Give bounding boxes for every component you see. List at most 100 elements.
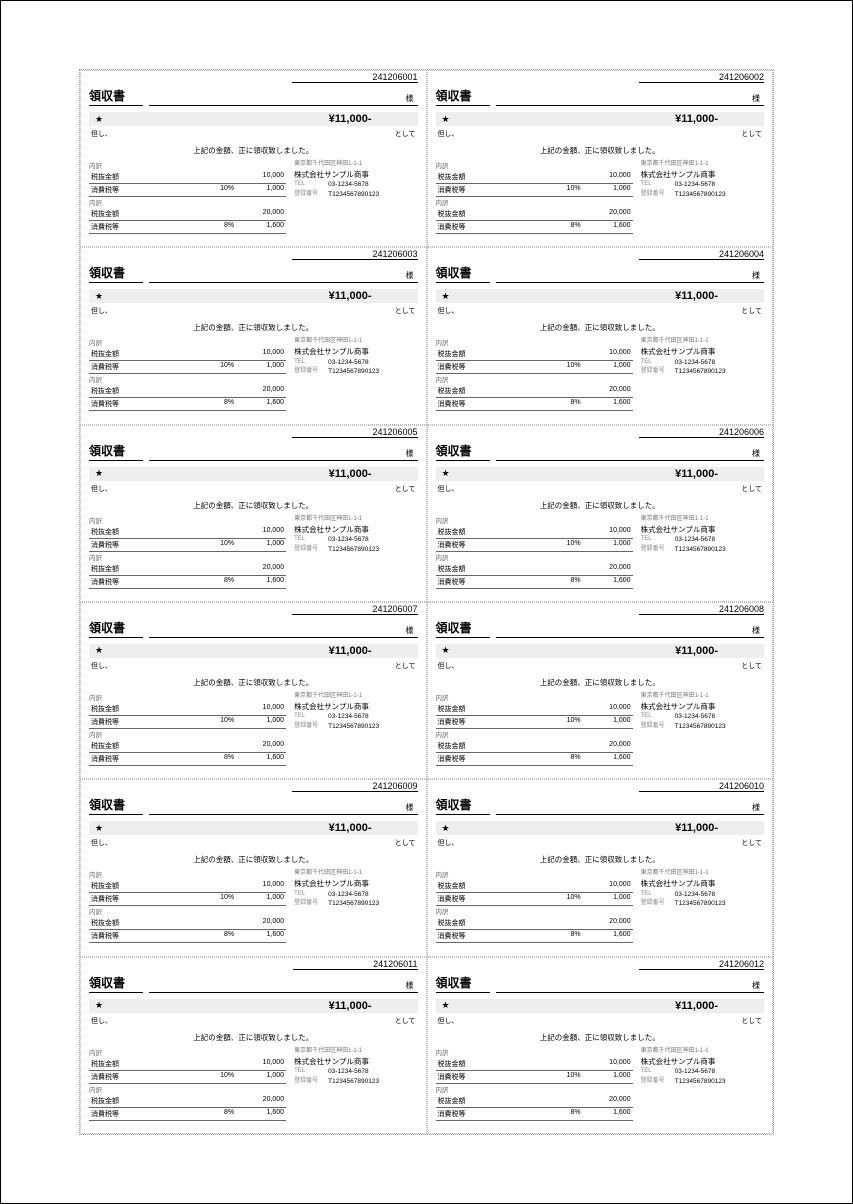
row-rate: 8% <box>194 931 234 941</box>
breakdown-header: 内訳 <box>436 374 633 385</box>
row-rate: 8% <box>541 577 581 587</box>
breakdown-header: 内訳 <box>89 337 286 348</box>
amount-value: ¥11,000- <box>450 1000 758 1012</box>
row-label: 消費税等 <box>438 1109 541 1119</box>
star-icon: ★ <box>442 645 450 656</box>
amount-row: ★ ¥11,000- <box>89 467 418 481</box>
reg-value: T1234567890123 <box>328 545 417 555</box>
reg-label: 登録番号 <box>641 367 671 377</box>
table-row: 税抜金額 10,000 <box>89 526 286 539</box>
row-value: 20,000 <box>581 386 631 396</box>
row-rate: 10% <box>194 540 234 550</box>
row-label: 消費税等 <box>91 1072 194 1082</box>
tel-label: TEL <box>294 180 324 190</box>
row-value: 20,000 <box>581 741 631 751</box>
receipt-cell: 241206003 領収書 様 ★ ¥11,000- 但し、 として 上記の金額… <box>80 247 427 424</box>
issuer-block: 東京都千代田区神田1-1-1 株式会社サンプル商事 TEL 03-1234-56… <box>294 869 417 943</box>
table-row: 税抜金額 10,000 <box>436 526 633 539</box>
row-value: 1,000 <box>234 540 284 550</box>
row-value: 1,600 <box>234 931 284 941</box>
row-label: 税抜金額 <box>438 172 541 182</box>
confirmation-text: 上記の金額、正に領収致しました。 <box>436 322 765 333</box>
amount-value: ¥11,000- <box>103 468 411 480</box>
row-label: 消費税等 <box>438 1072 541 1082</box>
reg-label: 登録番号 <box>641 190 671 200</box>
receipt-title: 領収書 <box>436 619 490 638</box>
table-row: 税抜金額 20,000 <box>436 740 633 753</box>
row-rate: 8% <box>194 577 234 587</box>
receipt-title: 領収書 <box>436 442 490 461</box>
breakdown-table: 内訳 税抜金額 10,000 消費税等 10% 1,000 内訳 税抜金額 20… <box>89 337 286 411</box>
tel-value: 03-1234-5678 <box>675 712 764 722</box>
row-value: 20,000 <box>234 1096 284 1106</box>
reg-value: T1234567890123 <box>675 722 764 732</box>
row-rate: 8% <box>194 1109 234 1119</box>
confirmation-text: 上記の金額、正に領収致しました。 <box>436 677 765 688</box>
breakdown-header: 内訳 <box>436 729 633 740</box>
row-value: 1,000 <box>581 717 631 727</box>
table-row: 消費税等 10% 1,000 <box>436 716 633 729</box>
breakdown-header: 内訳 <box>89 869 286 880</box>
breakdown-table: 内訳 税抜金額 10,000 消費税等 10% 1,000 内訳 税抜金額 20… <box>436 160 633 234</box>
receipt-cell: 241206009 領収書 様 ★ ¥11,000- 但し、 として 上記の金額… <box>80 779 427 956</box>
tel-label: TEL <box>294 358 324 368</box>
recipient-name-line: 様 <box>496 802 764 815</box>
table-row: 消費税等 8% 1,600 <box>436 1108 633 1121</box>
row-rate: 8% <box>194 754 234 764</box>
row-label: 消費税等 <box>438 362 541 372</box>
amount-value: ¥11,000- <box>103 645 411 657</box>
table-row: 消費税等 10% 1,000 <box>436 539 633 552</box>
row-label: 税抜金額 <box>91 172 194 182</box>
recipient-name-line: 様 <box>149 93 417 106</box>
row-value: 1,600 <box>234 577 284 587</box>
row-value: 20,000 <box>581 918 631 928</box>
row-label: 税抜金額 <box>438 918 541 928</box>
issuer-address: 東京都千代田区神田1-1-1 <box>641 1047 764 1056</box>
issuer-block: 東京都千代田区神田1-1-1 株式会社サンプル商事 TEL 03-1234-56… <box>294 160 417 234</box>
recipient-name-line: 様 <box>496 270 764 283</box>
row-rate: 8% <box>541 754 581 764</box>
breakdown-header: 内訳 <box>89 515 286 526</box>
row-value: 20,000 <box>234 741 284 751</box>
receipt-number: 241206005 <box>292 427 417 438</box>
row-label: 消費税等 <box>91 540 194 550</box>
tel-label: TEL <box>641 180 671 190</box>
receipt-cell: 241206005 領収書 様 ★ ¥11,000- 但し、 として 上記の金額… <box>80 425 427 602</box>
receipt-title: 領収書 <box>436 87 490 106</box>
receipt-cell: 241206008 領収書 様 ★ ¥11,000- 但し、 として 上記の金額… <box>427 602 774 779</box>
recipient-name-line: 様 <box>149 625 417 638</box>
tel-value: 03-1234-5678 <box>328 535 417 545</box>
row-value: 10,000 <box>581 527 631 537</box>
row-label: 税抜金額 <box>438 527 541 537</box>
recipient-name-line: 様 <box>149 980 417 993</box>
reg-label: 登録番号 <box>294 722 324 732</box>
issuer-block: 東京都千代田区神田1-1-1 株式会社サンプル商事 TEL 03-1234-56… <box>294 337 417 411</box>
issuer-address: 東京都千代田区神田1-1-1 <box>641 515 764 524</box>
table-row: 消費税等 8% 1,600 <box>89 576 286 589</box>
row-value: 1,600 <box>581 1109 631 1119</box>
row-label: 消費税等 <box>438 717 541 727</box>
receipt-cell: 241206011 領収書 様 ★ ¥11,000- 但し、 として 上記の金額… <box>80 957 427 1134</box>
amount-value: ¥11,000- <box>450 645 758 657</box>
receipt-title: 領収書 <box>89 619 143 638</box>
table-row: 税抜金額 10,000 <box>436 1058 633 1071</box>
row-rate: 10% <box>541 894 581 904</box>
receipt-cell: 241206004 領収書 様 ★ ¥11,000- 但し、 として 上記の金額… <box>427 247 774 424</box>
table-row: 消費税等 10% 1,000 <box>89 361 286 374</box>
row-label: 税抜金額 <box>91 918 194 928</box>
table-row: 税抜金額 20,000 <box>89 208 286 221</box>
as-label: として <box>741 838 762 848</box>
breakdown-header: 内訳 <box>89 692 286 703</box>
row-value: 1,600 <box>234 399 284 409</box>
as-label: として <box>395 129 416 139</box>
reg-value: T1234567890123 <box>675 367 764 377</box>
row-label: 消費税等 <box>91 185 194 195</box>
amount-value: ¥11,000- <box>450 822 758 834</box>
star-icon: ★ <box>95 114 103 125</box>
row-label: 消費税等 <box>438 399 541 409</box>
amount-value: ¥11,000- <box>450 468 758 480</box>
tel-value: 03-1234-5678 <box>328 180 417 190</box>
issuer-address: 東京都千代田区神田1-1-1 <box>641 692 764 701</box>
issuer-address: 東京都千代田区神田1-1-1 <box>641 160 764 169</box>
row-value: 1,600 <box>581 754 631 764</box>
